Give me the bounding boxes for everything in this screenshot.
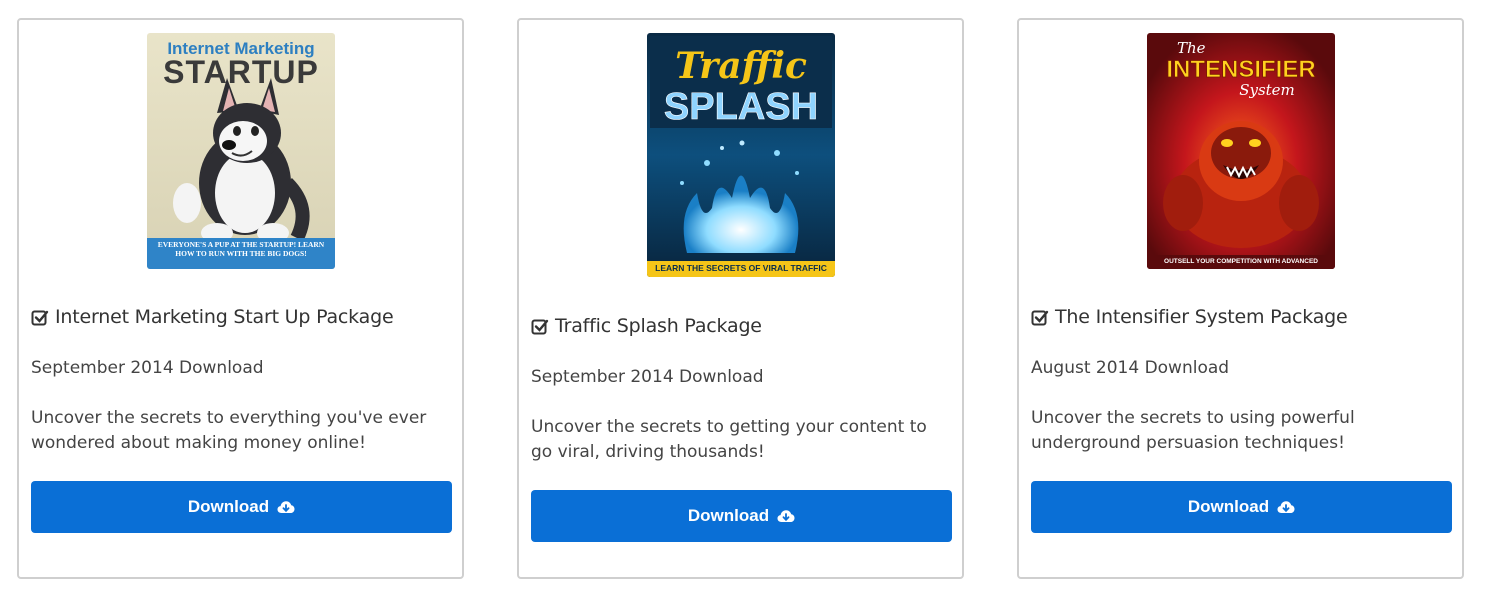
- product-cover-image: Traffic SPLASH LEARN THE SECRETS OF VIRA…: [646, 33, 835, 277]
- download-button[interactable]: Download: [531, 490, 952, 542]
- cover-banner-text: EVERYONE'S A PUP AT THE STARTUP! LEARN H…: [157, 240, 324, 258]
- product-title-text: The Intensifier System Package: [1055, 306, 1348, 328]
- cover-big-text: SPLASH: [663, 86, 817, 128]
- download-button[interactable]: Download: [1031, 481, 1452, 533]
- download-button-label: Download: [687, 506, 770, 525]
- product-title-text: Traffic Splash Package: [555, 315, 762, 337]
- product-card: The INTENSIFIER System OUTSELL YOUR COMP…: [1017, 18, 1464, 579]
- cover-sub-text: System: [1239, 81, 1295, 99]
- cloud-download-icon: [777, 510, 795, 522]
- product-date: September 2014 Download: [531, 367, 764, 387]
- checkbox-checked-icon: [1031, 310, 1049, 326]
- cover-big-text: STARTUP: [163, 54, 319, 90]
- cover-banner-text: LEARN THE SECRETS OF VIRAL TRAFFIC: [654, 263, 827, 273]
- product-grid: Internet Marketing STARTUP EVERYONE'S A …: [0, 0, 1487, 600]
- product-card: Internet Marketing STARTUP EVERYONE'S A …: [17, 18, 464, 579]
- cloud-download-icon: [1277, 501, 1295, 513]
- product-title: Traffic Splash Package: [531, 315, 950, 337]
- download-button-label: Download: [187, 497, 270, 516]
- product-description: Uncover the secrets to using powerful un…: [1031, 408, 1355, 453]
- product-cover-image: The INTENSIFIER System OUTSELL YOUR COMP…: [1146, 33, 1335, 269]
- checkbox-checked-icon: [531, 319, 549, 335]
- product-description: Uncover the secrets to getting your cont…: [531, 417, 927, 462]
- product-title: The Intensifier System Package: [1031, 306, 1450, 328]
- product-title-text: Internet Marketing Start Up Package: [55, 306, 394, 328]
- cover-banner-text: OUTSELL YOUR COMPETITION WITH ADVANCED P…: [1163, 258, 1318, 265]
- product-description: Uncover the secrets to everything you've…: [31, 408, 427, 453]
- cloud-download-icon: [277, 501, 295, 513]
- checkbox-checked-icon: [31, 310, 49, 326]
- cover-big-text: INTENSIFIER: [1166, 56, 1315, 83]
- product-date: August 2014 Download: [1031, 358, 1230, 378]
- download-button-label: Download: [1187, 497, 1270, 516]
- product-cover-image: Internet Marketing STARTUP EVERYONE'S A …: [146, 33, 335, 269]
- product-date: September 2014 Download: [31, 358, 264, 378]
- download-button[interactable]: Download: [31, 481, 452, 533]
- product-card: Traffic SPLASH LEARN THE SECRETS OF VIRA…: [517, 18, 964, 579]
- cover-top-text: Traffic: [675, 45, 807, 87]
- cover-top-text: The: [1177, 39, 1206, 57]
- product-title: Internet Marketing Start Up Package: [31, 306, 450, 328]
